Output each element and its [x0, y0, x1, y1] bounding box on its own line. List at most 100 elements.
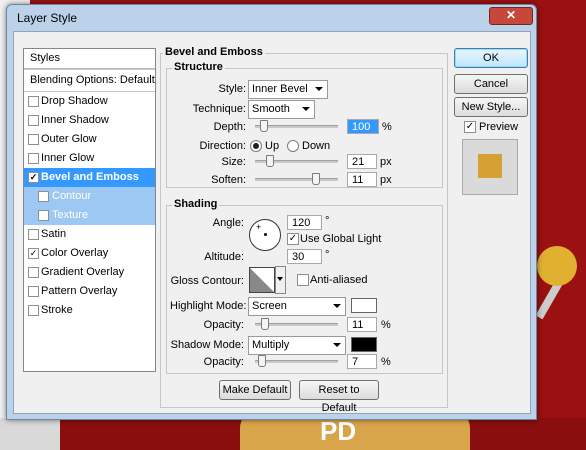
style-item-inner-glow[interactable]: Inner Glow — [24, 149, 155, 168]
size-label: Size: — [221, 156, 246, 168]
color-overlay-checkbox[interactable]: ✓ — [28, 248, 39, 259]
angle-dial[interactable]: + — [249, 219, 281, 251]
shadow-opacity-slider-thumb[interactable] — [257, 355, 266, 367]
dialog-body: Styles Blending Options: Default Drop Sh… — [13, 31, 531, 414]
stroke-checkbox[interactable] — [28, 305, 39, 316]
styles-header[interactable]: Styles — [24, 49, 155, 69]
angle-unit: ° — [325, 215, 330, 227]
technique-dropdown[interactable]: Smooth — [248, 100, 315, 119]
preview-checkbox[interactable]: ✓ — [464, 121, 476, 133]
style-item-drop-shadow[interactable]: Drop Shadow — [24, 92, 155, 111]
style-item-inner-shadow[interactable]: Inner Shadow — [24, 111, 155, 130]
shadow-color-swatch[interactable] — [351, 337, 377, 352]
highlight-color-swatch[interactable] — [351, 298, 377, 313]
style-item-label: Inner Shadow — [41, 114, 109, 126]
cancel-button[interactable]: Cancel — [454, 74, 528, 94]
highlight-mode-value: Screen — [252, 300, 287, 312]
shadow-opacity-input[interactable]: 7 — [347, 354, 377, 369]
style-item-outer-glow[interactable]: Outer Glow — [24, 130, 155, 149]
shading-title: Shading — [172, 198, 220, 210]
highlight-opacity-slider-thumb[interactable] — [261, 318, 270, 330]
shadow-opacity-slider-track[interactable] — [255, 360, 338, 363]
chevron-down-icon — [333, 343, 341, 347]
pattern-overlay-checkbox[interactable] — [28, 286, 39, 297]
depth-slider-thumb[interactable] — [260, 120, 269, 132]
style-item-color-overlay[interactable]: ✓ Color Overlay — [24, 244, 155, 263]
chevron-down-icon — [315, 87, 323, 91]
styles-list: Styles Blending Options: Default Drop Sh… — [23, 48, 156, 372]
altitude-input[interactable]: 30 — [287, 249, 322, 264]
angle-input[interactable]: 120 — [287, 215, 322, 230]
shadow-mode-label: Shadow Mode: — [170, 339, 244, 351]
shadow-mode-dropdown[interactable]: Multiply — [248, 336, 346, 355]
style-item-gradient-overlay[interactable]: Gradient Overlay — [24, 263, 155, 282]
direction-down-radio[interactable] — [287, 140, 299, 152]
altitude-label: Altitude: — [204, 251, 244, 263]
style-item-stroke[interactable]: Stroke — [24, 301, 155, 320]
shadow-mode-value: Multiply — [252, 339, 290, 351]
style-item-contour[interactable]: Contour — [24, 187, 155, 206]
divider — [24, 69, 155, 70]
depth-label: Depth: — [213, 121, 246, 133]
anti-aliased-label: Anti-aliased — [310, 274, 368, 286]
soften-slider-thumb[interactable] — [311, 173, 320, 185]
style-item-pattern-overlay[interactable]: Pattern Overlay — [24, 282, 155, 301]
blending-options-item[interactable]: Blending Options: Default — [24, 71, 155, 90]
new-style-button[interactable]: New Style... — [454, 97, 528, 117]
direction-label: Direction: — [199, 140, 246, 152]
inner-glow-checkbox[interactable] — [28, 153, 39, 164]
style-item-label: Color Overlay — [41, 247, 109, 259]
shadow-opacity-unit: % — [381, 356, 391, 368]
close-button[interactable]: ✕ — [489, 7, 533, 25]
highlight-opacity-input[interactable]: 11 — [347, 317, 377, 332]
gloss-contour-dropdown[interactable] — [275, 266, 286, 294]
direction-up-label: Up — [265, 140, 280, 152]
angle-dot-icon — [264, 233, 267, 236]
outer-glow-checkbox[interactable] — [28, 134, 39, 145]
title-bar[interactable]: Layer Style ✕ — [7, 5, 536, 31]
reset-to-default-button[interactable]: Reset to Default — [299, 380, 379, 414]
blending-options-label: Blending Options: Default — [30, 74, 155, 86]
highlight-mode-dropdown[interactable]: Screen — [248, 297, 346, 316]
texture-checkbox[interactable] — [38, 210, 49, 221]
size-unit: px — [380, 156, 392, 168]
ok-button[interactable]: OK — [454, 48, 528, 68]
gradient-overlay-checkbox[interactable] — [28, 267, 39, 278]
background-logo-text: PD — [320, 416, 357, 446]
size-input[interactable]: 21 — [347, 154, 377, 169]
soften-slider-track[interactable] — [255, 178, 338, 181]
highlight-opacity-unit: % — [381, 319, 391, 331]
gloss-contour-preview[interactable] — [249, 267, 275, 293]
soften-label: Soften: — [211, 174, 246, 186]
technique-label: Technique: — [192, 103, 246, 115]
depth-unit: % — [382, 121, 392, 133]
style-preview — [462, 139, 518, 195]
style-item-label: Gradient Overlay — [41, 266, 125, 278]
soften-input[interactable]: 11 — [347, 172, 377, 187]
bevel-emboss-checkbox[interactable]: ✓ — [28, 172, 39, 183]
highlight-mode-label: Highlight Mode: — [170, 300, 247, 312]
contour-checkbox[interactable] — [38, 191, 49, 202]
satin-checkbox[interactable] — [28, 229, 39, 240]
style-item-bevel-and-emboss[interactable]: ✓ Bevel and Emboss — [24, 168, 155, 187]
direction-up-radio[interactable] — [250, 140, 262, 152]
technique-dropdown-value: Smooth — [252, 103, 290, 115]
inner-shadow-checkbox[interactable] — [28, 115, 39, 126]
use-global-light-checkbox[interactable]: ✓ — [287, 233, 299, 245]
size-slider-thumb[interactable] — [266, 155, 275, 167]
style-item-texture[interactable]: Texture — [24, 206, 155, 225]
styles-header-label: Styles — [30, 52, 60, 64]
style-item-label: Satin — [41, 228, 67, 240]
style-dropdown[interactable]: Inner Bevel — [248, 80, 328, 99]
drop-shadow-checkbox[interactable] — [28, 96, 39, 107]
bevel-emboss-title: Bevel and Emboss — [163, 46, 265, 58]
style-dropdown-value: Inner Bevel — [252, 83, 308, 95]
anti-aliased-checkbox[interactable] — [297, 274, 309, 286]
chevron-down-icon — [333, 304, 341, 308]
style-item-satin[interactable]: Satin — [24, 225, 155, 244]
depth-input[interactable]: 100 — [347, 119, 379, 134]
angle-label: Angle: — [212, 217, 244, 229]
contour-curve-icon — [250, 268, 274, 292]
make-default-button[interactable]: Make Default — [219, 380, 291, 400]
preview-label: Preview — [479, 121, 519, 133]
